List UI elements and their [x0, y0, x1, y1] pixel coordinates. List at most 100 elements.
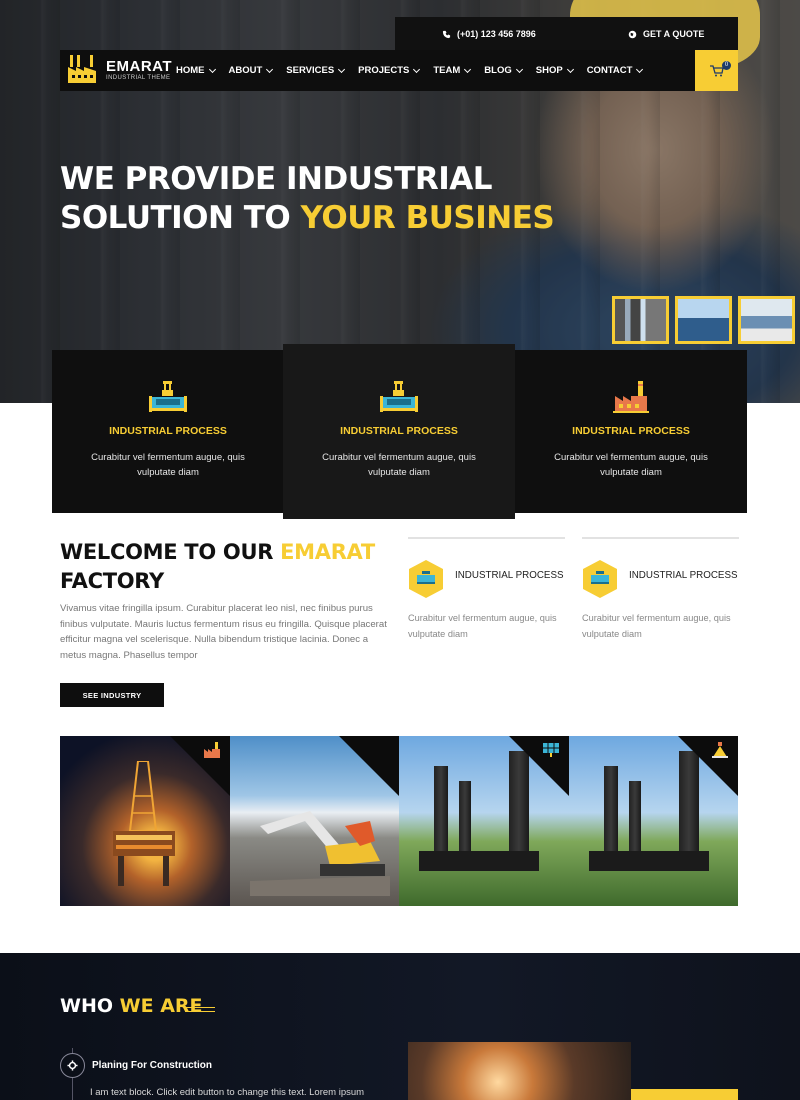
- who-we-are-section: WHO WE ARE Planing For Construction I am…: [0, 953, 800, 1100]
- brand-name: EMARAT: [106, 57, 173, 75]
- phone-link[interactable]: (+01) 123 456 7896: [442, 29, 536, 39]
- welcome-section: WELCOME TO OUR EMARAT FACTORY Vivamus vi…: [60, 538, 390, 663]
- gallery-item-pillars[interactable]: [568, 736, 738, 906]
- chevron-down-icon: [464, 65, 472, 73]
- factory-icon: [203, 742, 220, 758]
- mini-feature[interactable]: INDUSTRIAL PROCESS Curabitur vel ferment…: [408, 537, 565, 639]
- oil-rig-image: [113, 761, 175, 886]
- gallery-corner: [678, 736, 738, 796]
- welcome-heading-line2: FACTORY: [60, 569, 164, 593]
- brand-tagline: INDUSTRIAL THEME: [106, 74, 171, 81]
- get-quote-link[interactable]: GET A QUOTE: [628, 29, 704, 39]
- mini-feature-text: Curabitur vel fermentum augue, quis vulp…: [408, 613, 557, 639]
- gallery-corner: [339, 736, 399, 796]
- top-bar: (+01) 123 456 7896 GET A QUOTE: [395, 17, 738, 50]
- nav-item-about[interactable]: ABOUT: [228, 65, 274, 76]
- machine-icon: [149, 381, 187, 412]
- cart-count-badge: 0: [722, 61, 731, 70]
- welcome-heading: WELCOME TO OUR EMARAT FACTORY: [60, 538, 390, 596]
- who-heading: WHO WE ARE: [60, 995, 203, 1017]
- nav-item-label: SERVICES: [286, 65, 335, 76]
- excavator-image: [249, 811, 390, 896]
- welcome-body: Vivamus vitae fringilla ipsum. Curabitur…: [60, 603, 387, 661]
- hero-heading-highlight: YOUR BUSINES: [300, 200, 555, 236]
- chevron-down-icon: [636, 65, 644, 73]
- factory-icon: [613, 381, 649, 413]
- timeline-step-title: Planing For Construction: [92, 1060, 212, 1071]
- gallery-item-pillars[interactable]: [399, 736, 569, 906]
- nav-item-label: TEAM: [433, 65, 461, 76]
- slide-thumbnail[interactable]: [738, 296, 795, 344]
- hazard-icon: [712, 742, 728, 758]
- who-heading-highlight: WE ARE: [119, 995, 203, 1017]
- nav-item-label: ABOUT: [228, 65, 263, 76]
- pillar-base-image: [419, 851, 539, 871]
- factory-logo-icon: [68, 55, 96, 83]
- gallery-corner: [508, 736, 569, 796]
- mini-feature-text: Curabitur vel fermentum augue, quis vulp…: [582, 613, 731, 639]
- gallery-corner: [169, 736, 230, 796]
- chevron-down-icon: [515, 65, 523, 73]
- feature-cards: INDUSTRIAL PROCESS Curabitur vel ferment…: [52, 344, 747, 519]
- hero-heading-line1: WE PROVIDE INDUSTRIAL: [60, 161, 493, 197]
- chevron-down-icon: [413, 65, 421, 73]
- feature-card-text: Curabitur vel fermentum augue, quis vulp…: [554, 452, 708, 478]
- mini-feature[interactable]: INDUSTRIAL PROCESS Curabitur vel ferment…: [582, 537, 739, 639]
- hexagon-machine-icon: [409, 560, 443, 598]
- gallery-item-excavator[interactable]: [229, 736, 399, 906]
- project-gallery: [60, 736, 738, 906]
- get-quote-label: GET A QUOTE: [643, 29, 705, 39]
- hero-slide-thumbnails: [612, 296, 795, 344]
- hero-heading-line2: SOLUTION TO: [60, 200, 301, 236]
- nav-item-shop[interactable]: SHOP: [536, 65, 574, 76]
- nav-item-projects[interactable]: PROJECTS: [358, 65, 421, 76]
- hero-heading: WE PROVIDE INDUSTRIAL SOLUTION TO YOUR B…: [60, 160, 555, 238]
- timeline-step-text: I am text block. Click edit button to ch…: [90, 1087, 365, 1098]
- solar-panel-icon: [542, 743, 559, 757]
- chevron-down-icon: [266, 65, 274, 73]
- gear-icon: [67, 1060, 78, 1071]
- cart-button[interactable]: 0: [695, 50, 738, 91]
- heading-decoration: [185, 1007, 215, 1012]
- feature-card-title: INDUSTRIAL PROCESS: [340, 425, 458, 437]
- globe-icon: [628, 30, 637, 38]
- feature-card-title: INDUSTRIAL PROCESS: [109, 425, 227, 437]
- gallery-item-oil-rig[interactable]: [60, 736, 230, 906]
- feature-card[interactable]: INDUSTRIAL PROCESS Curabitur vel ferment…: [52, 350, 284, 513]
- who-heading-text: WHO: [60, 995, 120, 1017]
- nav-item-label: PROJECTS: [358, 65, 410, 76]
- mini-feature-title: INDUSTRIAL PROCESS: [455, 570, 564, 581]
- feature-card-text: Curabitur vel fermentum augue, quis vulp…: [322, 452, 476, 478]
- logo[interactable]: EMARAT INDUSTRIAL THEME: [66, 53, 172, 85]
- pillar-base-image: [588, 851, 709, 871]
- feature-card[interactable]: INDUSTRIAL PROCESS Curabitur vel ferment…: [283, 344, 515, 519]
- welcome-heading-highlight: EMARAT: [280, 540, 375, 564]
- nav-item-team[interactable]: TEAM: [433, 65, 472, 76]
- see-industry-button[interactable]: SEE INDUSTRY: [60, 683, 164, 707]
- feature-card-title: INDUSTRIAL PROCESS: [572, 425, 690, 437]
- nav-item-contact[interactable]: CONTACT: [586, 65, 644, 76]
- nav-item-services[interactable]: SERVICES: [286, 65, 346, 76]
- nav-item-label: BLOG: [484, 65, 512, 76]
- slide-thumbnail[interactable]: [612, 296, 669, 344]
- chevron-down-icon: [566, 65, 574, 73]
- main-navbar: EMARAT INDUSTRIAL THEME HOME ABOUT SERVI…: [60, 50, 695, 91]
- nav-menu: HOME ABOUT SERVICES PROJECTS TEAM BLOG S…: [176, 50, 644, 91]
- slide-thumbnail[interactable]: [675, 296, 732, 344]
- feature-card-text: Curabitur vel fermentum augue, quis vulp…: [91, 452, 245, 478]
- feature-card[interactable]: INDUSTRIAL PROCESS Curabitur vel ferment…: [515, 350, 747, 513]
- nav-item-home[interactable]: HOME: [176, 65, 216, 76]
- nav-item-blog[interactable]: BLOG: [484, 65, 523, 76]
- accent-block: [631, 1089, 738, 1100]
- nav-item-label: HOME: [176, 65, 205, 76]
- phone-icon: [442, 30, 451, 38]
- nav-item-label: CONTACT: [586, 65, 633, 76]
- welcome-heading-text: WELCOME TO OUR: [60, 540, 281, 564]
- chevron-down-icon: [208, 65, 216, 73]
- machine-icon: [380, 381, 418, 412]
- timeline-step-marker[interactable]: [60, 1053, 85, 1078]
- welding-image: [408, 1042, 631, 1100]
- hexagon-machine-icon: [583, 560, 617, 598]
- chevron-down-icon: [338, 65, 346, 73]
- mini-feature-title: INDUSTRIAL PROCESS: [629, 570, 738, 581]
